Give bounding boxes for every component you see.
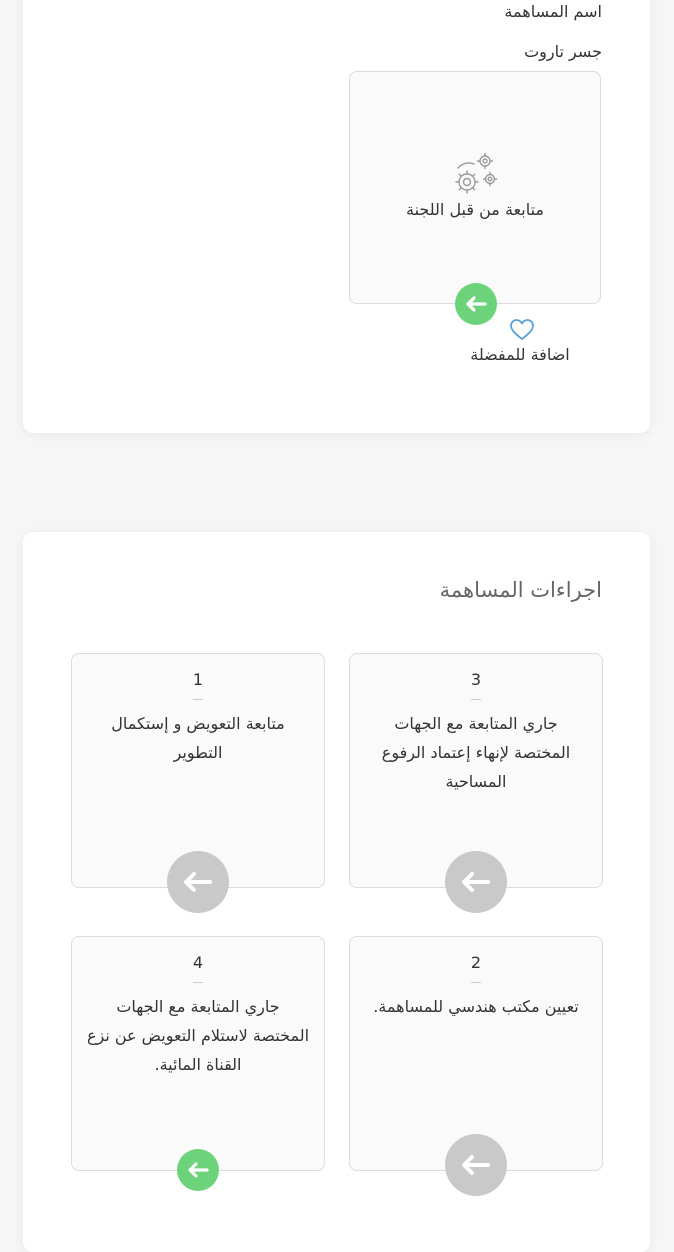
contribution-name-label: اسم المساهمة	[504, 2, 602, 21]
step-arrow-button-active[interactable]	[177, 1149, 219, 1191]
arrow-left-icon	[184, 872, 212, 892]
status-box: متابعة من قبل اللجنة	[349, 71, 601, 304]
contribution-name-value: جسر تاروت	[524, 42, 602, 61]
step-card: 4 جاري المتابعة مع الجهات المختصة لاستلا…	[71, 936, 325, 1171]
step-text: تعيين مكتب هندسي للمساهمة.	[373, 997, 579, 1016]
status-arrow-button[interactable]	[455, 283, 497, 325]
step-arrow-button[interactable]	[445, 1134, 507, 1196]
step-arrow-button[interactable]	[445, 851, 507, 913]
gears-icon	[455, 152, 498, 194]
arrow-left-icon	[462, 1155, 490, 1175]
step-arrow-button[interactable]	[167, 851, 229, 913]
procedures-title: اجراءات المساهمة	[439, 578, 602, 602]
step-text: جاري المتابعة مع الجهات المختصة لاستلام …	[86, 997, 310, 1074]
step-number: 4	[192, 953, 204, 972]
add-to-favorites-link[interactable]: اضافة للمفضلة	[430, 345, 610, 364]
step-divider	[471, 982, 481, 983]
heart-icon[interactable]	[509, 318, 535, 341]
status-text: متابعة من قبل اللجنة	[406, 200, 544, 219]
step-divider	[193, 699, 203, 700]
arrow-left-icon	[462, 872, 490, 892]
arrow-left-icon	[188, 1162, 209, 1178]
arrow-left-icon	[466, 296, 487, 312]
step-divider	[471, 699, 481, 700]
step-number: 1	[192, 670, 204, 689]
step-number: 3	[470, 670, 482, 689]
step-number: 2	[470, 953, 482, 972]
step-text: جاري المتابعة مع الجهات المختصة لإنهاء إ…	[381, 714, 571, 791]
step-text: متابعة التعويض و إستكمال التطوير	[111, 714, 285, 762]
step-divider	[193, 982, 203, 983]
